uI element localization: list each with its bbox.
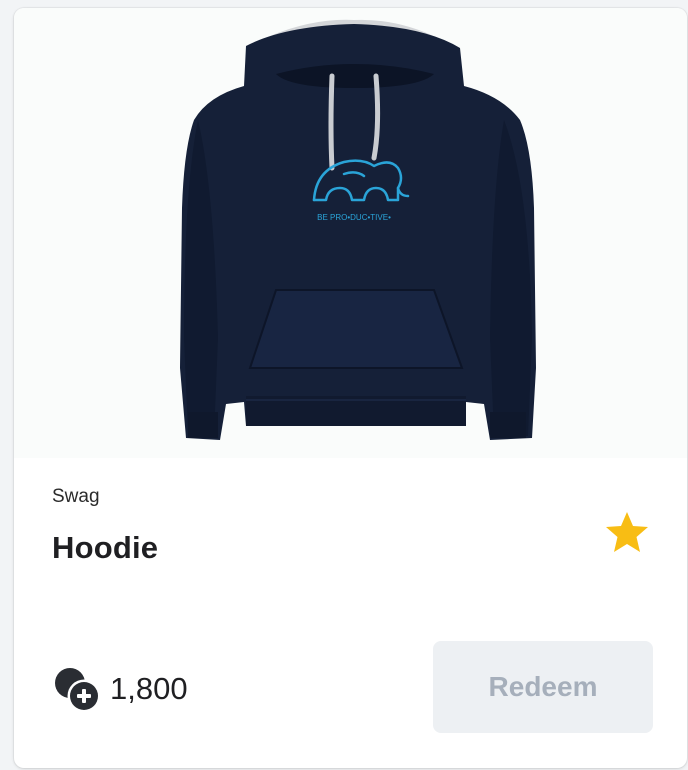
- reward-card[interactable]: BE PRO•DUC•TIVE• Swag Hoodie 1,800 Redee…: [14, 8, 687, 768]
- product-title: Hoodie: [52, 530, 159, 565]
- coins-icon: [55, 668, 101, 713]
- price: 1,800: [52, 664, 188, 714]
- star-icon: [606, 512, 648, 552]
- redeem-button[interactable]: Redeem: [433, 641, 653, 733]
- hoodie-illustration: BE PRO•DUC•TIVE•: [180, 19, 536, 440]
- price-value: 1,800: [110, 671, 188, 706]
- product-image: BE PRO•DUC•TIVE•: [14, 8, 687, 458]
- hoodie-print-text: BE PRO•DUC•TIVE•: [317, 213, 391, 222]
- product-category: Swag: [52, 486, 100, 507]
- favorite-button[interactable]: [602, 508, 652, 558]
